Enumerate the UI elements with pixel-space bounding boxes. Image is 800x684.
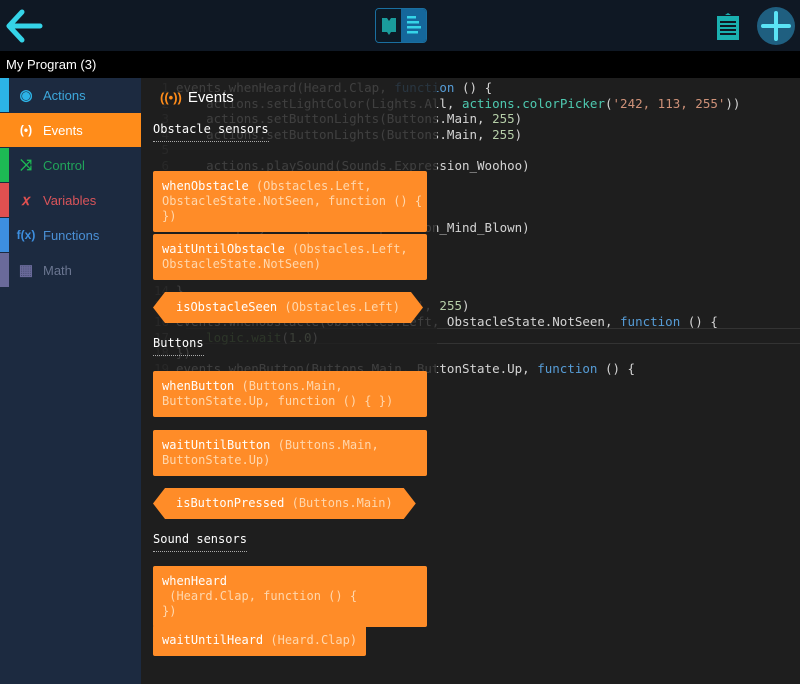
program-title: My Program (3) xyxy=(0,51,800,78)
top-toolbar xyxy=(0,0,800,51)
block-function-name: isObstacleSeen xyxy=(176,300,278,314)
block-line: }) xyxy=(162,604,418,619)
text-lines-icon xyxy=(406,15,421,33)
block-args: }) xyxy=(162,604,177,618)
calculator-icon: ▦ xyxy=(18,262,34,279)
block-line: whenButton (Buttons.Main, xyxy=(162,379,418,394)
shuffle-icon: ⤨ xyxy=(19,156,32,174)
add-button[interactable] xyxy=(757,7,795,45)
sidebar-item-label: Control xyxy=(43,157,85,173)
group-label-sound-sensors: Sound sensors xyxy=(153,532,247,552)
variable-x-icon: 𝑥 xyxy=(21,191,31,209)
block-whenObstacle[interactable]: whenObstacle (Obstacles.Left, ObstacleSta… xyxy=(153,171,427,232)
block-args: (Heard.Clap) xyxy=(263,633,358,647)
clipboard-icon xyxy=(717,13,739,40)
sidebar-item-variables[interactable]: 𝑥 Variables xyxy=(0,183,141,217)
sidebar-item-label: Variables xyxy=(43,192,97,208)
block-args: (Buttons.Main) xyxy=(284,496,393,510)
book-icon xyxy=(381,17,396,35)
block-waitUntilHeard[interactable]: waitUntilHeard (Heard.Clap) xyxy=(153,625,367,656)
sidebar-item-label: Functions xyxy=(43,227,100,243)
block-function-name: waitUntilHeard xyxy=(162,633,264,647)
block-whenHeard[interactable]: whenHeard (Heard.Clap, function () {}) xyxy=(153,566,427,627)
category-color-stripe xyxy=(0,113,9,147)
block-line: ObstacleState.NotSeen, function () { xyxy=(162,194,422,209)
flyout-header: ((•)) Events xyxy=(160,89,234,106)
block-line: whenHeard (Heard.Clap, function () { xyxy=(162,574,418,604)
category-color-stripe xyxy=(0,183,9,217)
block-line: waitUntilObstacle (Obstacles.Left, xyxy=(162,242,418,257)
block-line: waitUntilButton (Buttons.Main, xyxy=(162,438,418,453)
block-function-name: waitUntilObstacle xyxy=(162,242,285,256)
sidebar-item-label: Math xyxy=(43,262,72,278)
block-waitUntilObstacle[interactable]: waitUntilObstacle (Obstacles.Left, Obstac… xyxy=(153,234,427,280)
block-line: }) xyxy=(162,209,418,224)
block-line: ButtonState.Up) xyxy=(162,453,418,468)
text-view-button[interactable] xyxy=(401,9,426,42)
block-args: (Obstacles.Left, xyxy=(284,242,408,256)
block-line: ObstacleState.NotSeen) xyxy=(162,257,418,272)
category-color-stripe xyxy=(0,253,9,287)
block-whenButton[interactable]: whenButton (Buttons.Main, ButtonState.Up,… xyxy=(153,371,427,417)
function-icon: f(x) xyxy=(16,228,36,242)
block-isObstacleSeen[interactable]: isObstacleSeen (Obstacles.Left) xyxy=(153,292,423,323)
flyout-title: Events xyxy=(187,89,234,106)
back-button[interactable] xyxy=(4,8,44,44)
block-args: }) xyxy=(162,209,177,223)
block-args: ObstacleState.NotSeen) xyxy=(162,257,321,271)
view-toggle[interactable] xyxy=(375,8,427,43)
block-line: waitUntilHeard (Heard.Clap) xyxy=(162,633,357,648)
block-function-name: whenButton xyxy=(162,379,235,393)
block-args: ButtonState.Up) xyxy=(162,453,271,467)
plus-icon xyxy=(761,11,791,41)
category-color-stripe xyxy=(0,218,9,252)
block-function-name: isButtonPressed xyxy=(176,496,285,510)
blocks-view-button[interactable] xyxy=(376,9,401,42)
block-function-name: whenHeard xyxy=(162,574,228,588)
sidebar-item-functions[interactable]: f(x) Functions xyxy=(0,218,141,252)
block-line: whenObstacle (Obstacles.Left, xyxy=(162,179,418,194)
block-function-name: whenObstacle xyxy=(162,179,249,193)
block-args: ButtonState.Up, function () { }) xyxy=(162,394,394,408)
broadcast-icon: (•) xyxy=(19,123,33,137)
sidebar-item-actions[interactable]: ◉ Actions xyxy=(0,78,141,112)
block-function-name: waitUntilButton xyxy=(162,438,271,452)
category-color-stripe xyxy=(0,148,9,182)
notes-button[interactable] xyxy=(716,13,740,41)
block-args: (Obstacles.Left, xyxy=(248,179,372,193)
group-label-obstacle-sensors: Obstacle sensors xyxy=(153,122,269,142)
category-color-stripe xyxy=(0,78,9,112)
broadcast-icon: ((•)) xyxy=(160,90,182,105)
sidebar-item-math[interactable]: ▦ Math xyxy=(0,253,141,287)
sidebar-item-label: Actions xyxy=(43,87,86,103)
block-args: (Buttons.Main, xyxy=(234,379,343,393)
target-icon: ◉ xyxy=(19,87,33,104)
group-label-buttons: Buttons xyxy=(153,336,204,356)
block-args: ObstacleState.NotSeen, function () { xyxy=(162,194,423,208)
category-sidebar: ◉ Actions (•) Events ⤨ Control 𝑥 Variables f(x) F… xyxy=(0,78,141,684)
block-waitUntilButton[interactable]: waitUntilButton (Buttons.Main, ButtonStat… xyxy=(153,430,427,476)
block-args: (Buttons.Main, xyxy=(270,438,379,452)
sidebar-item-control[interactable]: ⤨ Control xyxy=(0,148,141,182)
events-flyout: ((•)) Events Obstacle sensors whenObstacl… xyxy=(141,78,437,684)
arrow-left-icon xyxy=(6,9,43,43)
block-isButtonPressed[interactable]: isButtonPressed (Buttons.Main) xyxy=(153,488,416,519)
block-line: ButtonState.Up, function () { }) xyxy=(162,394,418,409)
block-args: (Obstacles.Left) xyxy=(277,300,400,314)
sidebar-item-events[interactable]: (•) Events xyxy=(0,113,141,147)
block-args: (Heard.Clap, function () { xyxy=(162,589,358,603)
sidebar-item-label: Events xyxy=(43,122,83,138)
